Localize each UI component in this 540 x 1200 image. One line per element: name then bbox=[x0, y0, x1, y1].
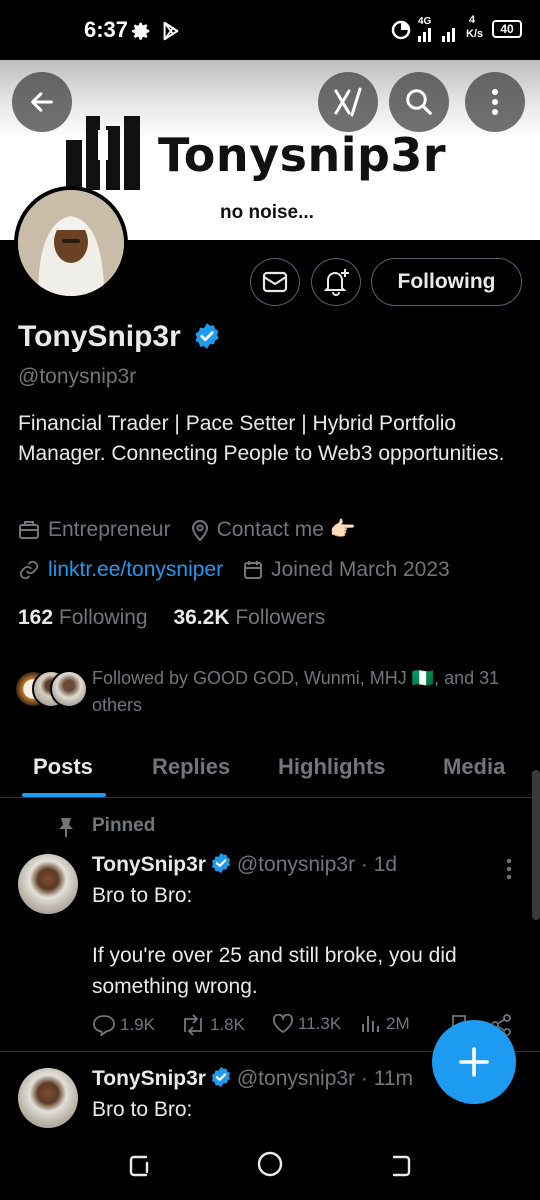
post-author-name[interactable]: TonySnip3r bbox=[92, 1067, 206, 1090]
pin-icon bbox=[59, 818, 73, 837]
profile-name: TonySnip3r bbox=[18, 320, 221, 354]
views-count: 2M bbox=[386, 1014, 410, 1033]
mail-icon bbox=[262, 271, 288, 293]
tab-media[interactable]: Media bbox=[443, 754, 505, 780]
profile-handle: @tonysnip3r bbox=[18, 365, 137, 388]
post-header: TonySnip3r @tonysnip3r · 11m bbox=[92, 1066, 413, 1091]
followers-label: Followers bbox=[235, 606, 326, 629]
banner-subtitle: no noise... bbox=[220, 202, 314, 223]
scrollbar[interactable] bbox=[532, 770, 540, 920]
data-saver-icon bbox=[391, 20, 411, 40]
plus-icon bbox=[459, 1047, 489, 1077]
views-icon bbox=[362, 1016, 379, 1032]
following-link[interactable]: 162 Following bbox=[18, 606, 148, 629]
verified-badge-icon bbox=[195, 323, 219, 349]
tab-replies[interactable]: Replies bbox=[152, 754, 230, 780]
repost-button[interactable]: 1.8K bbox=[180, 1014, 245, 1036]
signal-icon bbox=[418, 28, 455, 42]
tab-highlights[interactable]: Highlights bbox=[278, 754, 386, 780]
back-nav-icon[interactable] bbox=[388, 1152, 414, 1178]
reply-icon bbox=[93, 1015, 115, 1036]
profile-name-text: TonySnip3r bbox=[18, 320, 181, 353]
meta-row-1: Entrepreneur Contact me 👉🏻 bbox=[18, 518, 356, 542]
banner-title: Tonysnip3r bbox=[158, 128, 447, 182]
reply-count: 1.9K bbox=[120, 1015, 155, 1034]
like-button[interactable]: 11.3K bbox=[272, 1014, 341, 1034]
views-button[interactable]: 2M bbox=[360, 1014, 410, 1034]
post-text-line1: Bro to Bro: bbox=[92, 1098, 193, 1121]
profile-website-link[interactable]: linktr.ee/tonysniper bbox=[48, 558, 223, 582]
speed-value: 4 bbox=[469, 14, 476, 26]
notify-button[interactable] bbox=[311, 258, 361, 306]
search-icon bbox=[406, 89, 432, 115]
play-store-icon bbox=[163, 21, 179, 41]
location-icon bbox=[191, 520, 208, 541]
post-text-body: If you're over 25 and still broke, you d… bbox=[92, 944, 457, 998]
gear-icon bbox=[132, 22, 150, 40]
heart-icon bbox=[272, 1014, 294, 1034]
verified-badge-icon bbox=[212, 852, 231, 874]
avatar-image bbox=[18, 190, 124, 296]
post-author-name[interactable]: TonySnip3r bbox=[92, 853, 206, 876]
post-avatar[interactable] bbox=[18, 1068, 78, 1128]
profile-occupation: Entrepreneur bbox=[48, 518, 171, 541]
more-icon bbox=[492, 89, 498, 115]
repost-count: 1.8K bbox=[210, 1015, 245, 1034]
profile-joined: Joined March 2023 bbox=[271, 558, 450, 581]
followers-count: 36.2K bbox=[173, 606, 230, 629]
post-header: TonySnip3r @tonysnip3r · 1d bbox=[92, 852, 397, 877]
reply-button[interactable]: 1.9K bbox=[92, 1014, 155, 1036]
link-icon bbox=[19, 560, 39, 580]
calendar-icon bbox=[244, 561, 263, 579]
tab-posts[interactable]: Posts bbox=[33, 754, 93, 780]
search-button[interactable] bbox=[389, 72, 449, 132]
home-icon[interactable] bbox=[256, 1150, 284, 1178]
compose-post-button[interactable] bbox=[432, 1020, 516, 1104]
like-count: 11.3K bbox=[298, 1014, 342, 1033]
profile-tabs: Posts Replies Highlights Media bbox=[0, 740, 540, 798]
banner-logo bbox=[66, 116, 140, 190]
profile-bio: Financial Trader | Pace Setter | Hybrid … bbox=[18, 412, 505, 465]
avatar bbox=[50, 670, 88, 708]
followers-link[interactable]: 36.2K Followers bbox=[173, 606, 325, 629]
following-label: Following bbox=[58, 606, 148, 629]
status-bar: 6:37 4G 4 K/s 40 bbox=[0, 0, 540, 60]
post-avatar[interactable] bbox=[18, 854, 78, 914]
followed-by-avatars bbox=[14, 670, 88, 710]
profile-avatar[interactable] bbox=[14, 186, 128, 300]
repost-icon bbox=[184, 1014, 202, 1036]
active-tab-indicator bbox=[22, 793, 106, 797]
message-button[interactable] bbox=[250, 258, 300, 306]
following-button[interactable]: Following bbox=[371, 258, 522, 306]
more-button[interactable] bbox=[465, 72, 525, 132]
following-count: 162 bbox=[18, 606, 54, 629]
post-author-handle: @tonysnip3r · 11m bbox=[236, 1067, 414, 1090]
pinned-label: Pinned bbox=[92, 815, 156, 836]
post-more-icon[interactable] bbox=[506, 858, 512, 880]
followed-by-text[interactable]: Followed by GOOD GOD, Wunmi, MHJ 🇳🇬, and… bbox=[92, 665, 522, 719]
battery-icon: 40 bbox=[492, 20, 522, 38]
meta-row-2: linktr.ee/tonysniper Joined March 2023 bbox=[18, 558, 450, 582]
system-nav-bar bbox=[0, 1130, 540, 1200]
profile-location: Contact me 👉🏻 bbox=[216, 518, 356, 541]
follow-stats: 162 Following 36.2K Followers bbox=[18, 606, 325, 630]
battery-level: 40 bbox=[500, 22, 514, 36]
post-text-line1: Bro to Bro: bbox=[92, 884, 193, 907]
status-time: 6:37 bbox=[84, 17, 129, 42]
verified-badge-icon bbox=[212, 1066, 231, 1088]
back-button[interactable] bbox=[12, 72, 72, 132]
bell-plus-icon bbox=[323, 269, 349, 296]
back-icon bbox=[31, 92, 53, 112]
post-author-handle: @tonysnip3r · 1d bbox=[236, 853, 398, 876]
speed-unit: K/s bbox=[466, 28, 484, 40]
briefcase-icon bbox=[19, 521, 39, 539]
grok-icon bbox=[334, 87, 362, 117]
grok-button[interactable] bbox=[318, 72, 378, 132]
recents-icon[interactable] bbox=[126, 1152, 152, 1178]
